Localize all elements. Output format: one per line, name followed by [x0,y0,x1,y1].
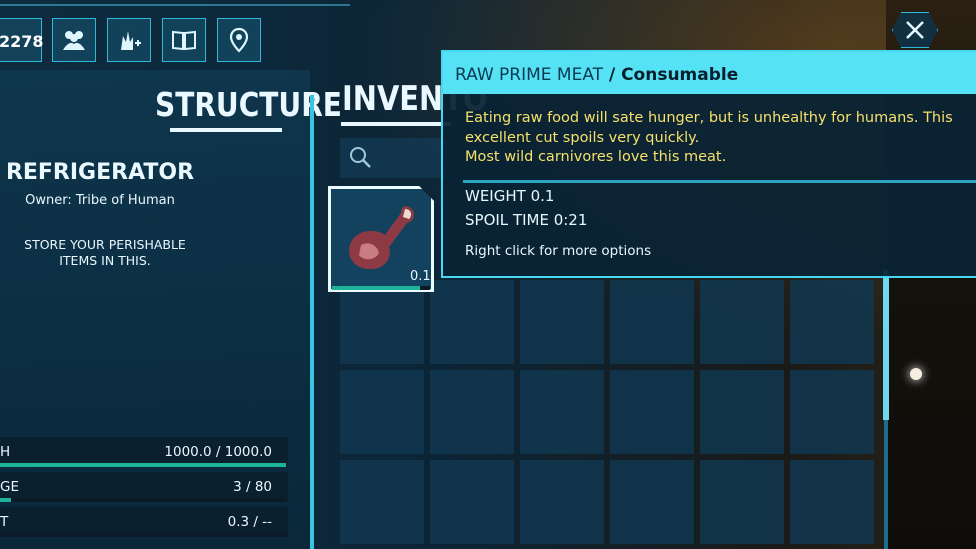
tooltip-title: RAW PRIME MEAT / Consumable [455,65,738,85]
stat-label: H [0,444,11,460]
breed-icon [121,31,141,50]
inventory-slot[interactable] [430,460,514,544]
counter-button[interactable]: 2278 [0,18,44,62]
counter-value: 2278 [0,31,44,51]
inventory-slot[interactable] [520,460,604,544]
close-button[interactable] [892,12,938,48]
inventory-search-input[interactable] [340,138,450,178]
inventory-right-divider [884,420,888,549]
inventory-slot[interactable] [430,370,514,454]
stat-label: T [0,514,9,530]
inventory-slot[interactable] [520,370,604,454]
item-tooltip: RAW PRIME MEAT / Consumable Eating raw f… [441,50,976,278]
stat-value: 3 / 80 [233,479,272,495]
tooltip-description-line: Most wild carnivores love this meat. [465,149,727,165]
inventory-scrollbar[interactable] [883,270,889,420]
structure-name: REFRIGERATOR [5,160,195,185]
tooltip-spoil-time: SPOIL TIME 0:21 [465,211,588,229]
slot-quantity: 0.1 [410,269,431,284]
breed-button[interactable] [107,18,151,62]
inventory-slot[interactable] [700,460,784,544]
tribe-button[interactable] [52,18,96,62]
inventory-title-underline [341,122,451,126]
engrams-button[interactable] [162,18,206,62]
stat-row-storage: GE 3 / 80 [0,472,288,502]
inventory-slot[interactable] [610,460,694,544]
inventory-slot[interactable] [700,370,784,454]
stat-row-health: H 1000.0 / 1000.0 [0,437,288,467]
map-button[interactable] [217,18,261,62]
tooltip-item-type: Consumable [621,65,739,85]
structure-owner: Owner: Tribe of Human [25,193,175,208]
inventory-slot[interactable] [340,370,424,454]
tooltip-separator: / [603,65,622,85]
game-screen: 2278 STRUCTURE REFRIGERATOR Owner: Tribe… [0,0,976,549]
tooltip-description-line: Eating raw food will sate hunger, but is… [465,110,953,126]
inventory-slot[interactable] [610,280,694,364]
inventory-slot[interactable] [340,280,424,364]
stat-value: 0.3 / -- [227,514,272,530]
hud-top-line [0,4,350,6]
tooltip-item-name: RAW PRIME MEAT [455,65,604,85]
engram-book-icon [172,30,196,51]
inventory-slot[interactable] [790,460,874,544]
tooltip-header: RAW PRIME MEAT / Consumable [443,52,976,94]
map-pin-icon [229,27,249,53]
stat-value: 1000.0 / 1000.0 [164,444,272,460]
stat-label: GE [0,479,19,495]
tooltip-separator-line [463,180,976,183]
inventory-slot[interactable] [340,460,424,544]
tooltip-weight: WEIGHT 0.1 [465,187,555,205]
tooltip-description: Eating raw food will sate hunger, but is… [465,109,976,168]
close-icon [906,21,924,39]
tooltip-description-line: excellent cut spoils very quickly. [465,129,700,146]
structure-description: STORE YOUR PERISHABLE ITEMS IN THIS. [24,237,186,268]
inventory-slot[interactable] [700,280,784,364]
panel-divider [310,95,314,549]
structure-title-underline [170,128,282,132]
search-icon [350,147,371,168]
tribe-icon [63,31,85,50]
inventory-slot[interactable] [610,370,694,454]
inventory-slot[interactable] [520,280,604,364]
stat-bar [0,498,286,502]
world-light [910,368,922,380]
stat-bar [0,533,286,537]
slot-spoil-bar [332,286,430,290]
inventory-slot[interactable] [790,370,874,454]
inventory-slot[interactable] [430,280,514,364]
stat-bar [0,463,286,467]
inventory-slot[interactable] [790,280,874,364]
stat-row-weight: T 0.3 / -- [0,507,288,537]
tooltip-hint: Right click for more options [465,243,652,259]
